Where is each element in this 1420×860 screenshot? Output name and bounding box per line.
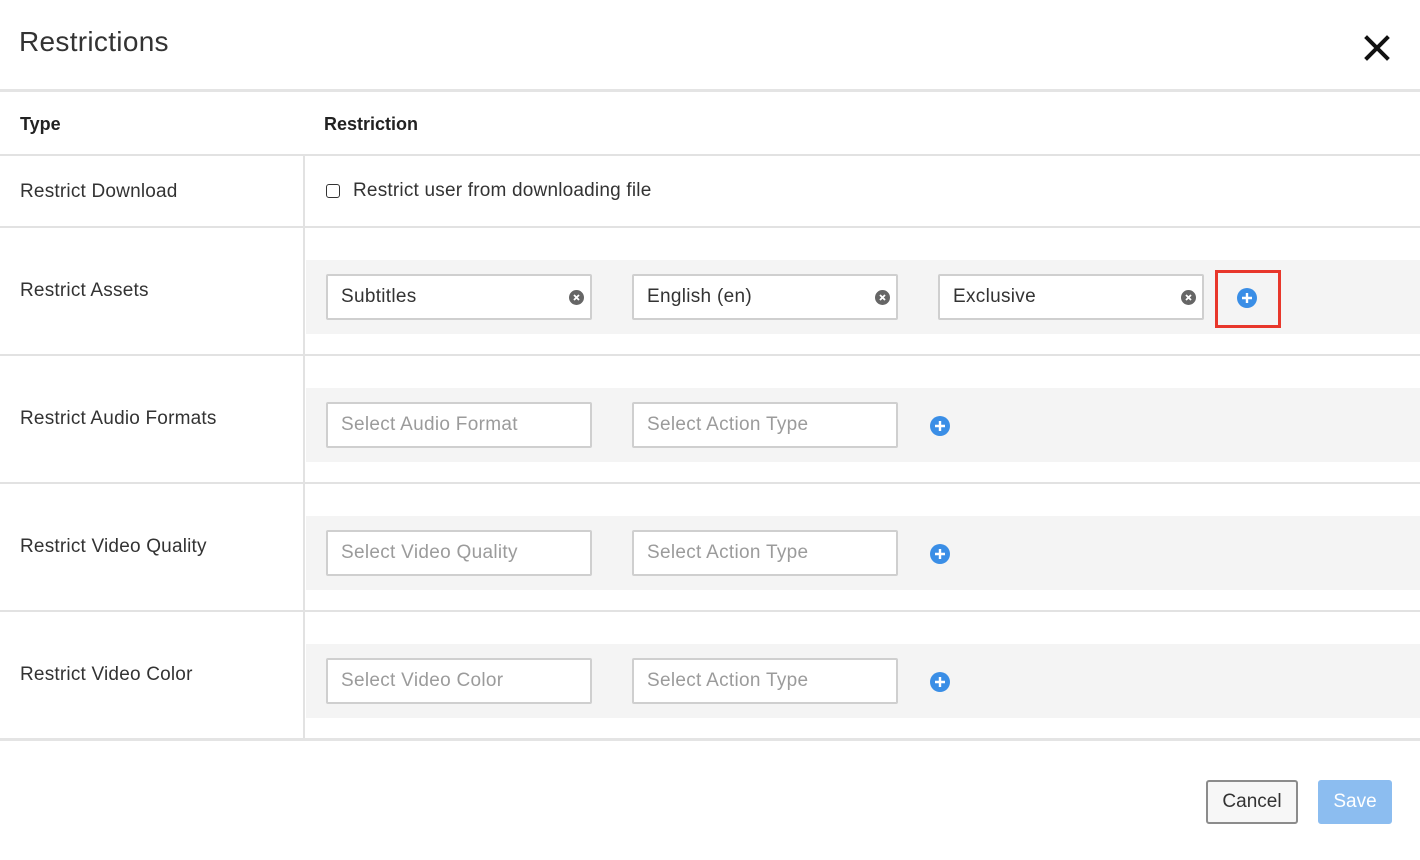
row-restrict-audio-formats: Restrict Audio Formats Select Audio Form… bbox=[0, 356, 1420, 484]
clear-icon[interactable] bbox=[875, 290, 890, 305]
asset-language-select[interactable]: English (en) bbox=[632, 274, 898, 320]
dialog-header: Restrictions bbox=[0, 0, 1420, 92]
asset-action-select[interactable]: Exclusive bbox=[938, 274, 1204, 320]
add-video-quality-restriction-plus-icon[interactable] bbox=[930, 544, 950, 564]
restrict-download-checkbox-label[interactable]: Restrict user from downloading file bbox=[353, 180, 651, 202]
row-label: Restrict Assets bbox=[20, 280, 149, 301]
row-restrict-download: Restrict Download Restrict user from dow… bbox=[0, 156, 1420, 228]
row-label: Restrict Download bbox=[20, 181, 178, 202]
video-color-action-type-select[interactable]: Select Action Type bbox=[632, 658, 898, 704]
table-header: Type Restriction bbox=[0, 92, 1420, 156]
row-label: Restrict Video Color bbox=[20, 664, 193, 685]
add-audio-restriction-plus-icon[interactable] bbox=[930, 416, 950, 436]
restrict-download-checkbox[interactable] bbox=[326, 184, 340, 198]
add-video-color-restriction-plus-icon[interactable] bbox=[930, 672, 950, 692]
row-restrict-video-quality: Restrict Video Quality Select Video Qual… bbox=[0, 484, 1420, 612]
clear-icon[interactable] bbox=[1181, 290, 1196, 305]
video-quality-action-type-select[interactable]: Select Action Type bbox=[632, 530, 898, 576]
cancel-button[interactable]: Cancel bbox=[1206, 780, 1298, 824]
audio-action-type-select[interactable]: Select Action Type bbox=[632, 402, 898, 448]
row-label: Restrict Audio Formats bbox=[20, 408, 217, 429]
asset-type-select[interactable]: Subtitles bbox=[326, 274, 592, 320]
save-button[interactable]: Save bbox=[1318, 780, 1392, 824]
column-header-type: Type bbox=[20, 114, 61, 134]
audio-format-select[interactable]: Select Audio Format bbox=[326, 402, 592, 448]
dialog-title: Restrictions bbox=[19, 26, 169, 57]
column-header-restriction: Restriction bbox=[324, 114, 419, 134]
footer-divider bbox=[0, 738, 1420, 741]
close-icon[interactable] bbox=[1360, 31, 1394, 65]
video-quality-select[interactable]: Select Video Quality bbox=[326, 530, 592, 576]
row-label: Restrict Video Quality bbox=[20, 536, 207, 557]
row-restrict-assets: Restrict Assets Subtitles English (en) E… bbox=[0, 228, 1420, 356]
video-color-select[interactable]: Select Video Color bbox=[326, 658, 592, 704]
add-asset-restriction-plus-icon[interactable] bbox=[1237, 288, 1257, 308]
clear-icon[interactable] bbox=[569, 290, 584, 305]
row-restrict-video-color: Restrict Video Color Select Video Color … bbox=[0, 612, 1420, 740]
restrictions-table: Type Restriction Restrict Download Restr… bbox=[0, 92, 1420, 740]
